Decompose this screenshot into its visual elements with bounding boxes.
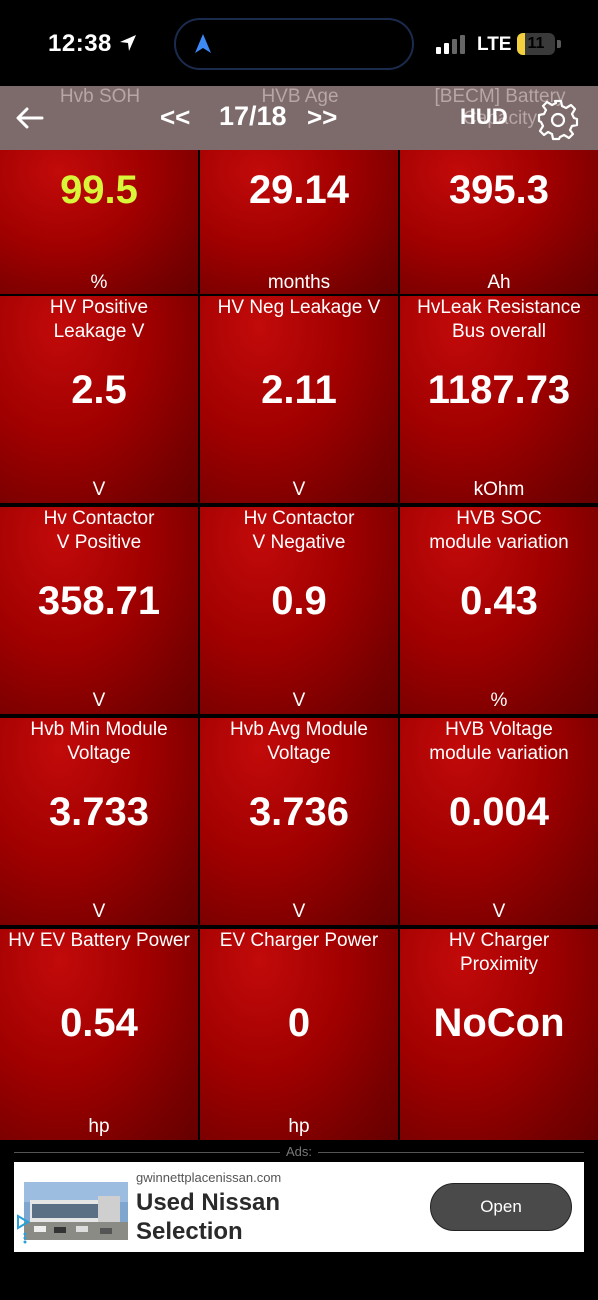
- ad-open-button[interactable]: Open: [430, 1183, 572, 1231]
- gauge-cell[interactable]: HV Charger Proximity NoCon: [400, 929, 598, 1140]
- gauge-unit: V: [92, 479, 106, 500]
- gauge-value: 0.43: [460, 579, 538, 623]
- battery-icon: 11: [517, 33, 561, 55]
- gauge-unit: V: [92, 690, 106, 711]
- gauge-cell[interactable]: 29.14 months: [200, 150, 398, 294]
- ad-title[interactable]: Used Nissan Selection: [136, 1188, 280, 1246]
- gauge-value: 2.11: [261, 368, 337, 412]
- gauge-unit: kOhm: [473, 479, 525, 500]
- cellular-signal-icon: [436, 35, 465, 54]
- gauge-unit: V: [292, 901, 306, 922]
- battery-level: 11: [527, 35, 545, 52]
- arrow-left-icon[interactable]: [12, 100, 48, 136]
- hud-button[interactable]: HUD: [460, 104, 508, 130]
- status-bar: 12:38 LTE 11: [0, 0, 598, 86]
- gauge-value: 395.3: [448, 168, 550, 212]
- gauge-value: 358.71: [37, 579, 161, 623]
- dealership-photo: [24, 1182, 128, 1240]
- gauge-label: EV Charger Power: [219, 930, 379, 951]
- header-controls: << 17/18 >> HUD: [0, 86, 598, 150]
- gauge-unit: hp: [288, 1116, 310, 1137]
- ad-area: Ads: gwinnettplacenissan.com Used Nissan…: [0, 1142, 598, 1300]
- gauge-cell[interactable]: 99.5%: [0, 150, 198, 294]
- gauge-value: 3.736: [248, 790, 350, 834]
- gauge-label: HV Charger Proximity: [448, 930, 550, 975]
- ad-banner[interactable]: gwinnettplacenissan.com Used Nissan Sele…: [14, 1162, 584, 1252]
- next-page-button[interactable]: >>: [307, 102, 337, 133]
- gauge-unit: V: [292, 479, 306, 500]
- gauge-grid: 99.5% 29.14 months 395.3 Ah HV Positive Leaka…: [0, 150, 598, 1142]
- gauge-value: 2.5: [71, 368, 127, 412]
- gauge-value: 3.733: [48, 790, 150, 834]
- gauge-label: HVB Voltage module variation: [429, 719, 569, 764]
- gauge-cell[interactable]: Hvb Min Module Voltage 3.733 V: [0, 718, 198, 925]
- adchoices-icon[interactable]: [16, 1214, 30, 1244]
- status-time: 12:38: [48, 30, 112, 57]
- page-indicator: 17/18: [219, 101, 287, 131]
- gauge-unit: hp: [88, 1116, 110, 1137]
- gauge-unit: %: [490, 690, 508, 711]
- gauge-value: 29.14: [248, 168, 350, 212]
- gear-icon[interactable]: [536, 98, 580, 142]
- dynamic-island[interactable]: [174, 18, 414, 70]
- gauge-cell[interactable]: HvLeak Resistance Bus overall 1187.73 kOhm: [400, 296, 598, 503]
- gauge-label: HV Neg Leakage V: [217, 297, 381, 318]
- gauge-cell[interactable]: 395.3 Ah: [400, 150, 598, 294]
- gauge-value: 99.5: [60, 168, 138, 212]
- gauge-value: NoCon: [433, 1001, 565, 1045]
- gauge-value: 0.004: [448, 790, 550, 834]
- gauge-value: 0.54: [60, 1001, 138, 1045]
- network-type: LTE: [477, 34, 512, 55]
- gauge-label: Hvb Avg Module Voltage: [229, 719, 368, 764]
- navigation-arrow-icon: [195, 34, 211, 53]
- gauge-cell[interactable]: Hv Contactor V Positive 358.71 V: [0, 507, 198, 714]
- ad-domain: gwinnettplacenissan.com: [136, 1170, 282, 1185]
- gauge-label: HV Positive Leakage V: [49, 297, 149, 342]
- gauge-value: 0: [287, 1001, 311, 1045]
- gauge-unit: V: [292, 690, 306, 711]
- gauge-unit: V: [92, 901, 106, 922]
- gauge-label: Hv Contactor V Negative: [243, 508, 355, 553]
- gauge-label: Hvb Min Module Voltage: [30, 719, 168, 764]
- gauge-label: Hv Contactor V Positive: [43, 508, 155, 553]
- gauge-label: HV EV Battery Power: [8, 930, 190, 951]
- gauge-cell[interactable]: EV Charger Power 0 hp: [200, 929, 398, 1140]
- gauge-cell[interactable]: HV Positive Leakage V 2.5 V: [0, 296, 198, 503]
- gauge-value: 0.9: [271, 579, 327, 623]
- gauge-value: 1187.73: [427, 368, 571, 412]
- ads-label: Ads:: [0, 1144, 598, 1159]
- gauge-cell[interactable]: Hv Contactor V Negative 0.9 V: [200, 507, 398, 714]
- gauge-label: HVB SOC module variation: [429, 508, 569, 553]
- gauge-label: HvLeak Resistance Bus overall: [417, 297, 581, 342]
- gauge-cell[interactable]: HVB SOC module variation 0.43%: [400, 507, 598, 714]
- gauge-cell[interactable]: HVB Voltage module variation 0.004 V: [400, 718, 598, 925]
- location-arrow-icon: [120, 35, 136, 51]
- gauge-unit: %: [90, 272, 108, 293]
- gauge-cell[interactable]: Hvb Avg Module Voltage 3.736 V: [200, 718, 398, 925]
- gauge-unit: Ah: [487, 272, 511, 293]
- prev-page-button[interactable]: <<: [160, 102, 190, 133]
- gauge-unit: V: [492, 901, 506, 922]
- gauge-unit: months: [267, 272, 331, 293]
- gauge-cell[interactable]: HV Neg Leakage V 2.11 V: [200, 296, 398, 503]
- gauge-cell[interactable]: HV EV Battery Power 0.54 hp: [0, 929, 198, 1140]
